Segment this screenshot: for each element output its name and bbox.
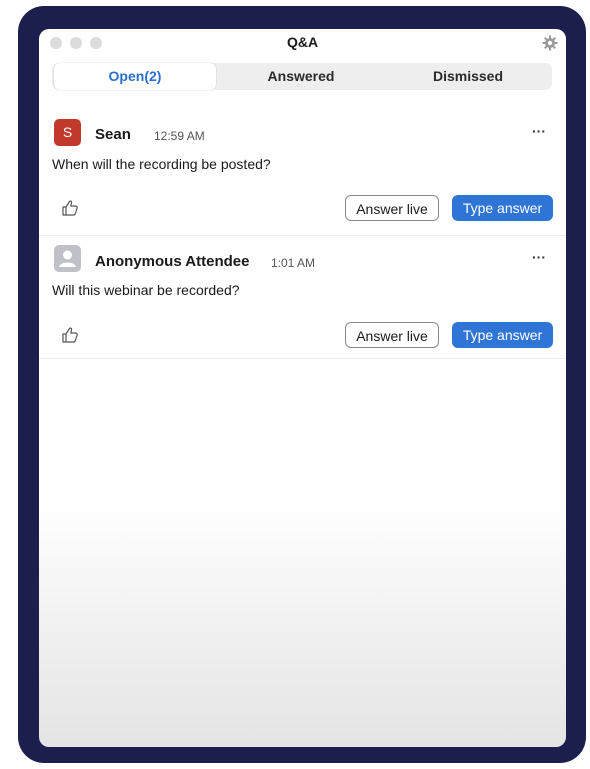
tab-answered[interactable]: Answered [218,63,384,90]
thumbs-up-icon[interactable] [61,199,79,217]
more-options-button[interactable]: ··· [532,123,546,139]
avatar: S [54,119,81,146]
person-icon [59,250,76,267]
gear-icon[interactable] [542,35,558,51]
question-text: When will the recording be posted? [52,156,271,172]
asker-name: Sean [95,126,131,143]
type-answer-button[interactable]: Type answer [452,322,553,348]
title-bar: Q&A [39,29,566,57]
answer-live-button[interactable]: Answer live [345,322,439,348]
tab-dismissed[interactable]: Dismissed [386,63,550,90]
question-time: 1:01 AM [271,256,316,270]
thumbs-up-icon[interactable] [61,326,79,344]
tab-open[interactable]: Open(2) [54,63,216,90]
answer-live-button[interactable]: Answer live [345,195,439,221]
asker-name: Anonymous Attendee [95,253,250,270]
qa-tab-bar: Open(2) Answered Dismissed [52,63,552,90]
avatar [54,245,81,272]
type-answer-button[interactable]: Type answer [452,195,553,221]
question-time: 12:59 AM [154,129,205,143]
question-item: Anonymous Attendee 1:01 AM ··· Will this… [39,236,566,359]
question-text: Will this webinar be recorded? [52,282,240,298]
question-item: S Sean 12:59 AM ··· When will the record… [39,109,566,236]
window-title: Q&A [286,34,319,50]
qa-window: Q&A Open(2) Answered Dismissed S Sean 12… [39,29,566,747]
more-options-button[interactable]: ··· [532,249,546,265]
